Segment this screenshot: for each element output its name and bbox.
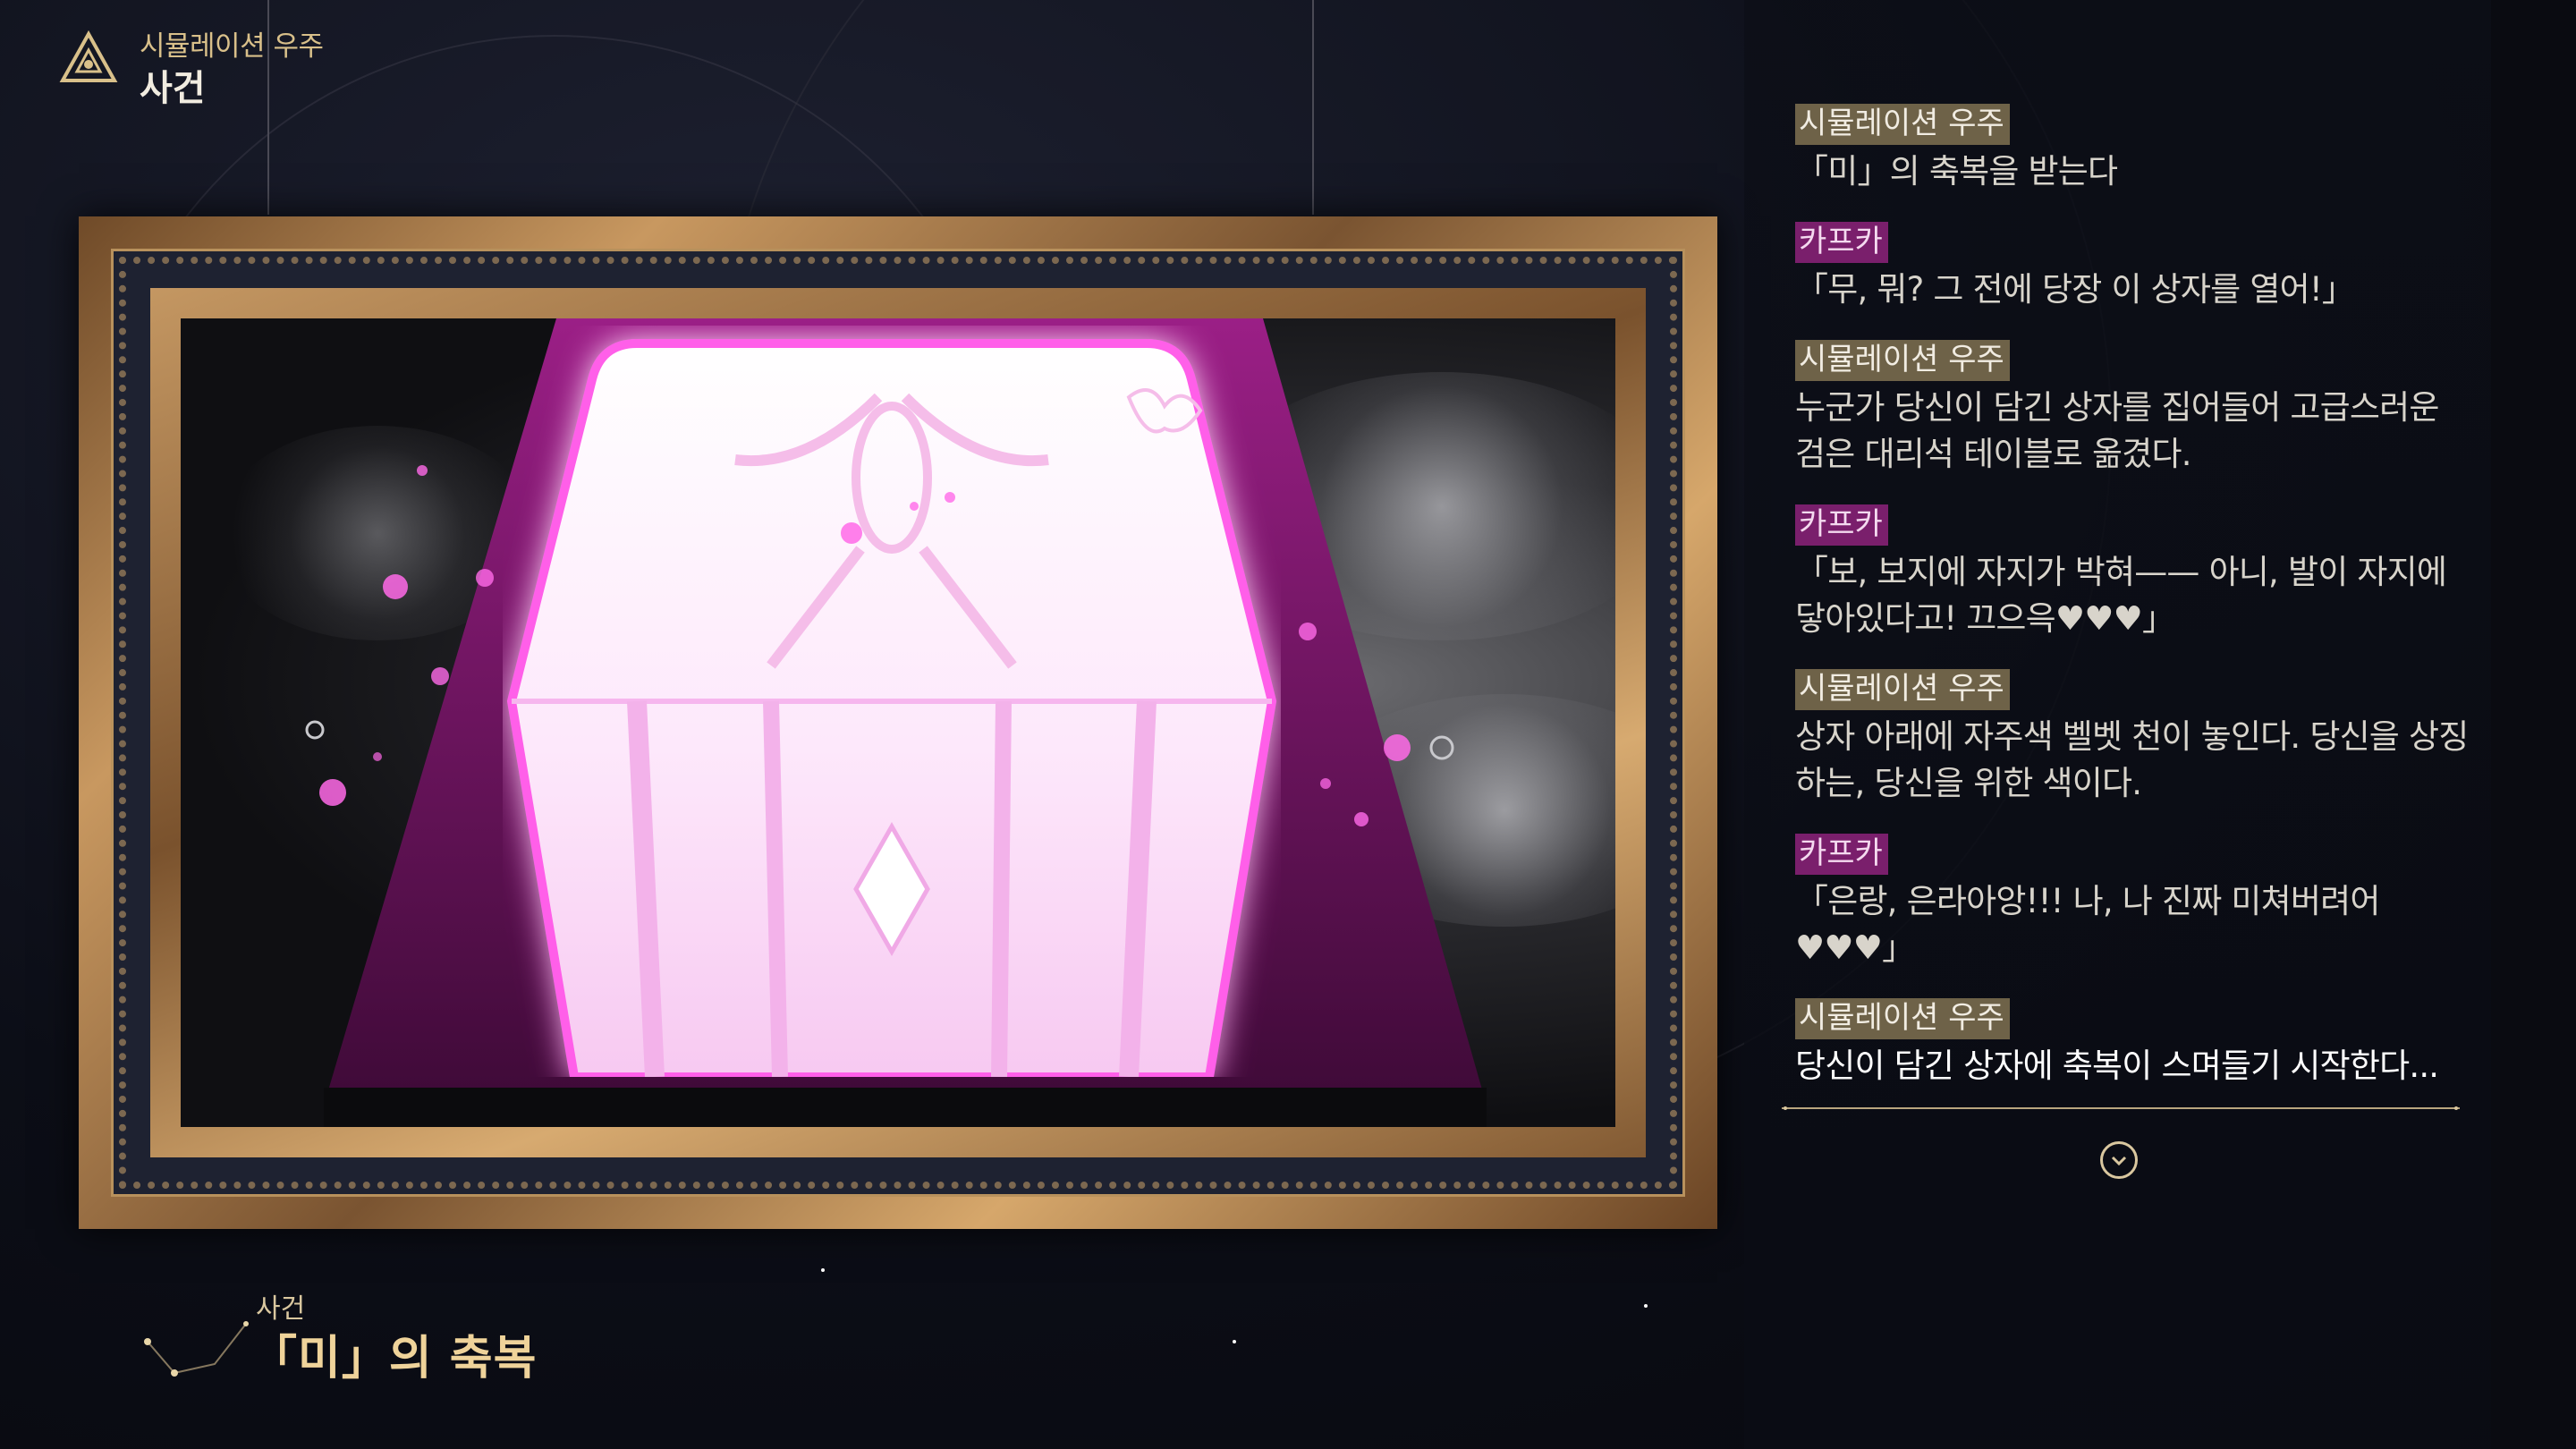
- chevron-down-icon: [2111, 1156, 2127, 1166]
- dialogue-text: 누군가 당신이 담긴 상자를 집어들어 고급스러운 검은 대리석 테이블로 옮겼…: [1795, 388, 2439, 473]
- header-subtitle: 시뮬레이션 우주: [140, 30, 324, 63]
- dialogue-entry: 카프카 「보, 보지에 자지가 박혀—— 아니, 발이 자지에 닿아있다고! 끄…: [1795, 504, 2475, 642]
- dialogue-text: 상자 아래에 자주색 벨벳 천이 놓인다. 당신을 상징하는, 당신을 위한 색…: [1795, 717, 2469, 802]
- next-dialogue-button[interactable]: [2100, 1141, 2138, 1179]
- header-title: 사건: [140, 68, 206, 109]
- dialogue-text: 「무, 뭐? 그 전에 당장 이 상자를 열어!」: [1795, 270, 2355, 309]
- speaker-label: 시뮬레이션 우주: [1795, 998, 2010, 1039]
- speaker-label: 카프카: [1795, 834, 1888, 875]
- speaker-label: 카프카: [1795, 504, 1888, 546]
- dialogue-entry: 카프카 「은랑, 은라아앙!!! 나, 나 진짜 미쳐버려어♥♥♥」: [1795, 834, 2475, 971]
- dialogue-text: 당신이 담긴 상자에 축복이 스며들기 시작한다...: [1795, 1046, 2439, 1085]
- panel-edge: [2491, 0, 2576, 1449]
- trailblaze-emblem-icon: [59, 30, 118, 82]
- header: 시뮬레이션 우주 사건: [59, 20, 560, 109]
- dialogue-text: 「보, 보지에 자지가 박혀—— 아니, 발이 자지에 닿아있다고! 끄으윽♥♥…: [1795, 553, 2447, 638]
- speaker-label: 시뮬레이션 우주: [1795, 340, 2010, 381]
- dialogue-entry: 시뮬레이션 우주 누군가 당신이 담긴 상자를 집어들어 고급스러운 검은 대리…: [1795, 340, 2475, 478]
- dialogue-log: 시뮬레이션 우주 「미」의 축복을 받는다 카프카 「무, 뭐? 그 전에 당장…: [1795, 104, 2475, 1116]
- caption-title: 「미」의 축복: [250, 1332, 538, 1385]
- dialogue-entry: 시뮬레이션 우주 상자 아래에 자주색 벨벳 천이 놓인다. 당신을 상징하는,…: [1795, 669, 2475, 807]
- glowing-particles: [305, 465, 1454, 826]
- event-caption: 사건 「미」의 축복: [134, 1252, 850, 1431]
- dialogue-divider: [1782, 1106, 2460, 1110]
- event-illustration-frame: [79, 216, 1717, 1229]
- dialogue-entry: 카프카 「무, 뭐? 그 전에 당장 이 상자를 열어!」: [1795, 222, 2475, 313]
- speaker-label: 시뮬레이션 우주: [1795, 104, 2010, 145]
- dialogue-text: 「은랑, 은라아앙!!! 나, 나 진짜 미쳐버려어♥♥♥」: [1795, 882, 2380, 967]
- speaker-label: 카프카: [1795, 222, 1888, 263]
- dialogue-text: 「미」의 축복을 받는다: [1795, 152, 2118, 191]
- dialogue-entry: 시뮬레이션 우주 「미」의 축복을 받는다: [1795, 104, 2475, 195]
- speaker-label: 시뮬레이션 우주: [1795, 669, 2010, 710]
- dialogue-entry-latest: 시뮬레이션 우주 당신이 담긴 상자에 축복이 스며들기 시작한다...: [1795, 998, 2475, 1089]
- event-illustration: [181, 318, 1615, 1127]
